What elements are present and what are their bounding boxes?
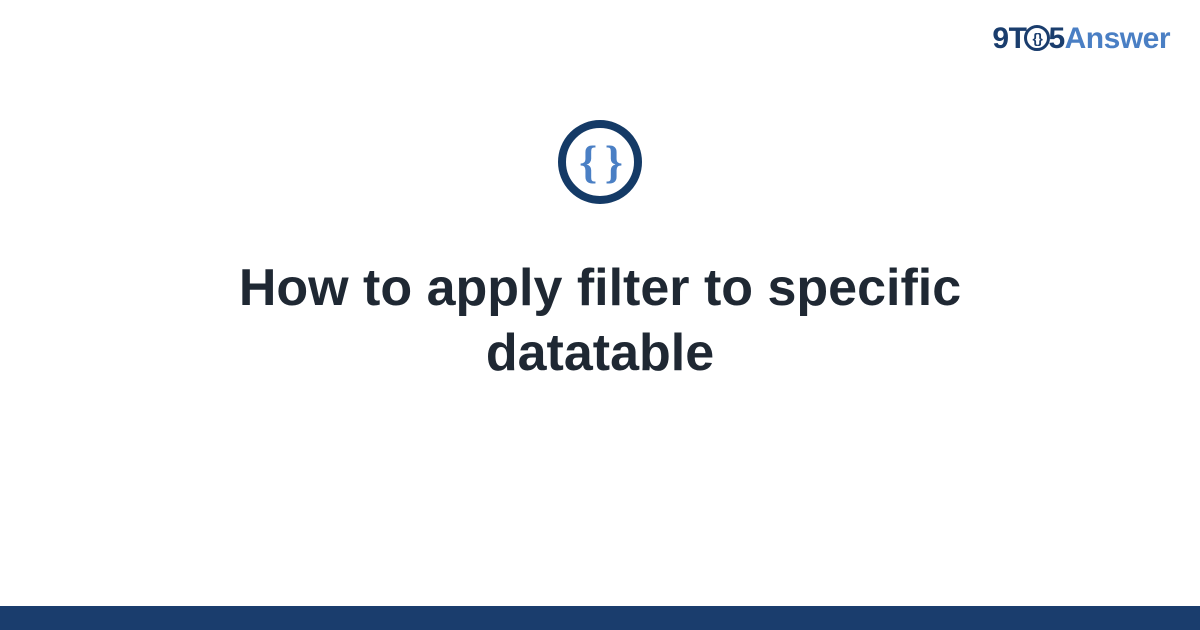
brand-text-answer: Answer — [1065, 22, 1170, 55]
brand-text-9t: 9T — [992, 22, 1026, 55]
footer-bar — [0, 606, 1200, 630]
brand-logo: 9T {} 5Answer — [992, 22, 1170, 56]
brand-text-5: 5 — [1048, 22, 1064, 55]
main-content: { } How to apply filter to specific data… — [0, 120, 1200, 386]
brand-o-icon: {} — [1024, 25, 1050, 51]
braces-glyph: { } — [579, 139, 621, 185]
brand-o-inner: {} — [1032, 30, 1042, 46]
code-braces-icon: { } — [558, 120, 642, 204]
page-title: How to apply filter to specific datatabl… — [120, 256, 1080, 386]
